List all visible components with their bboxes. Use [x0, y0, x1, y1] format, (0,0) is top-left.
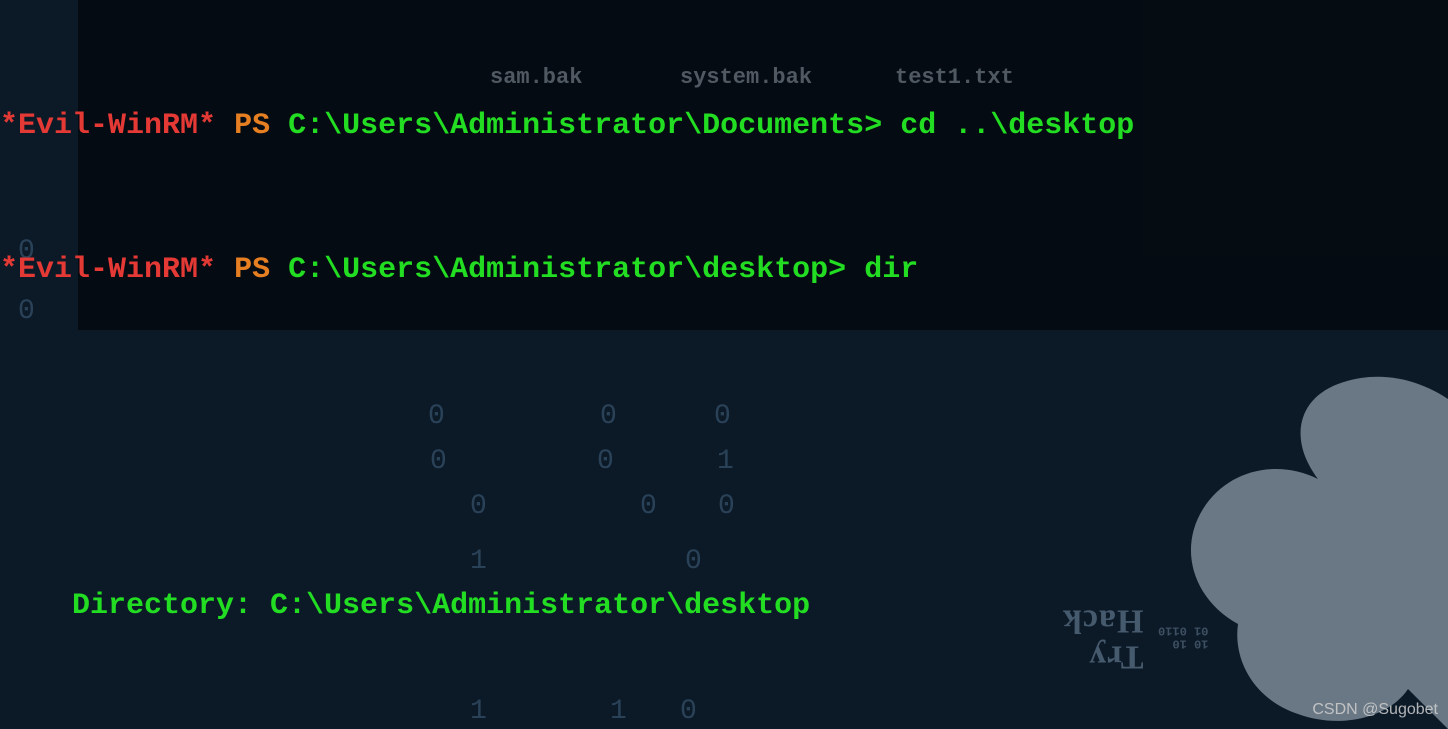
ps-label: PS	[234, 253, 270, 287]
evil-winrm-prefix: *Evil-WinRM*	[0, 109, 216, 143]
ps-label: PS	[234, 109, 270, 143]
command-dir: dir	[864, 253, 918, 287]
command-cd: cd ..\desktop	[900, 109, 1134, 143]
prompt-line-1: *Evil-WinRM* PS C:\Users\Administrator\D…	[0, 102, 1448, 150]
dir-header: Directory: C:\Users\Administrator\deskto…	[0, 582, 1448, 630]
watermark: CSDN @Sugobet	[1312, 697, 1438, 723]
prompt-line-2: *Evil-WinRM* PS C:\Users\Administrator\d…	[0, 246, 1448, 294]
evil-winrm-prefix: *Evil-WinRM*	[0, 253, 216, 287]
path-desktop: C:\Users\Administrator\desktop>	[288, 253, 846, 287]
terminal-output[interactable]: *Evil-WinRM* PS C:\Users\Administrator\D…	[0, 0, 1448, 729]
path-documents: C:\Users\Administrator\Documents>	[288, 109, 882, 143]
